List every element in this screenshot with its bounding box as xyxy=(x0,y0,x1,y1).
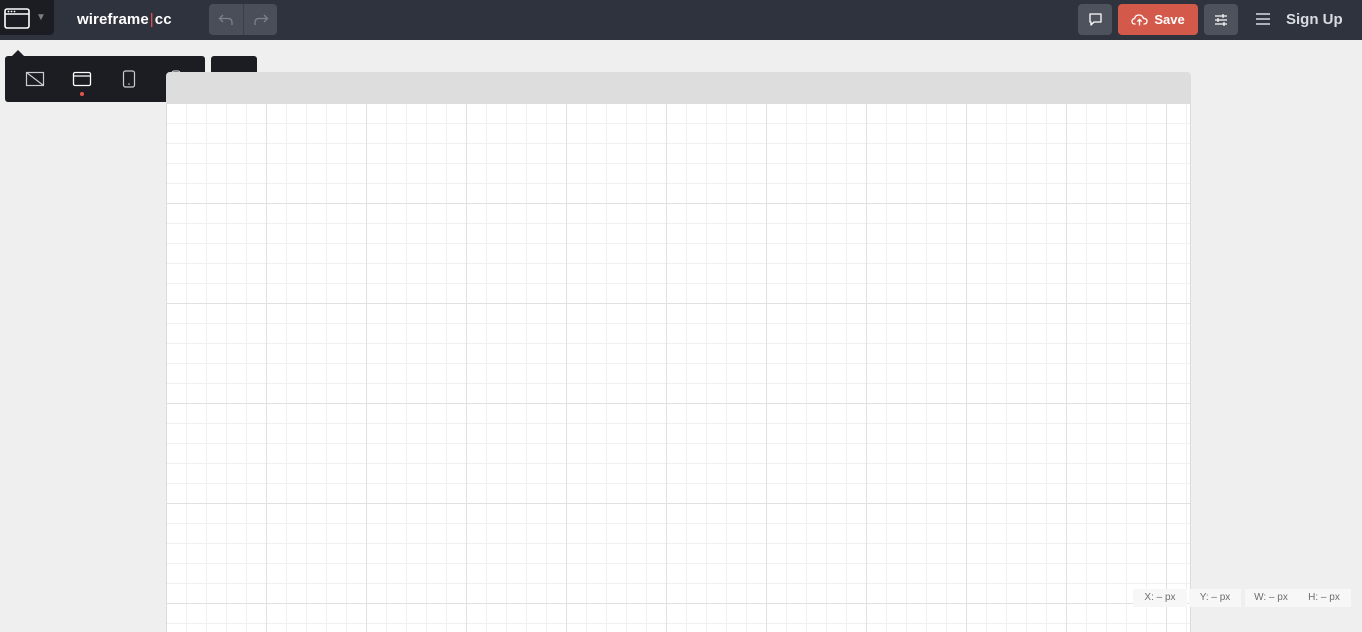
canvas-grid[interactable] xyxy=(167,104,1190,632)
top-bar: ▼ wireframe|cc Save Sign Up xyxy=(0,0,1362,40)
tablet-icon xyxy=(122,70,135,88)
menu-button[interactable] xyxy=(1254,10,1272,28)
settings-button[interactable] xyxy=(1204,4,1238,35)
cloud-upload-icon xyxy=(1131,14,1148,26)
coord-x: X: – px xyxy=(1133,589,1187,607)
canvas-frame[interactable] xyxy=(166,72,1191,632)
comment-icon xyxy=(1088,13,1102,26)
comment-button[interactable] xyxy=(1078,4,1112,35)
chevron-down-icon: ▼ xyxy=(36,12,46,23)
logo-separator: | xyxy=(149,11,154,28)
logo-text-main: wireframe xyxy=(77,11,149,28)
logo-text-suffix: cc xyxy=(154,11,172,28)
history-controls xyxy=(209,4,277,35)
browser-window-icon xyxy=(4,8,30,29)
sliders-icon xyxy=(1215,13,1227,26)
browser-frame-header xyxy=(167,72,1190,104)
no-frame-icon xyxy=(25,71,44,87)
save-label: Save xyxy=(1154,12,1185,27)
coord-w: W: – px xyxy=(1245,589,1297,607)
app-logo[interactable]: wireframe|cc xyxy=(77,11,172,28)
undo-icon xyxy=(218,14,233,25)
coord-y: Y: – px xyxy=(1189,589,1241,607)
save-button[interactable]: Save xyxy=(1118,4,1198,35)
redo-button[interactable] xyxy=(243,4,277,35)
coord-h: H: – px xyxy=(1297,589,1351,607)
device-desktop-button[interactable] xyxy=(58,56,105,102)
desktop-browser-icon xyxy=(72,71,91,87)
hamburger-icon xyxy=(1256,13,1270,25)
frame-type-switcher[interactable]: ▼ xyxy=(0,0,54,35)
active-indicator xyxy=(79,92,84,96)
undo-button[interactable] xyxy=(209,4,243,35)
redo-icon xyxy=(253,14,268,25)
sign-up-link[interactable]: Sign Up xyxy=(1286,11,1343,28)
device-tablet-button[interactable] xyxy=(105,56,152,102)
device-none-button[interactable] xyxy=(11,56,58,102)
